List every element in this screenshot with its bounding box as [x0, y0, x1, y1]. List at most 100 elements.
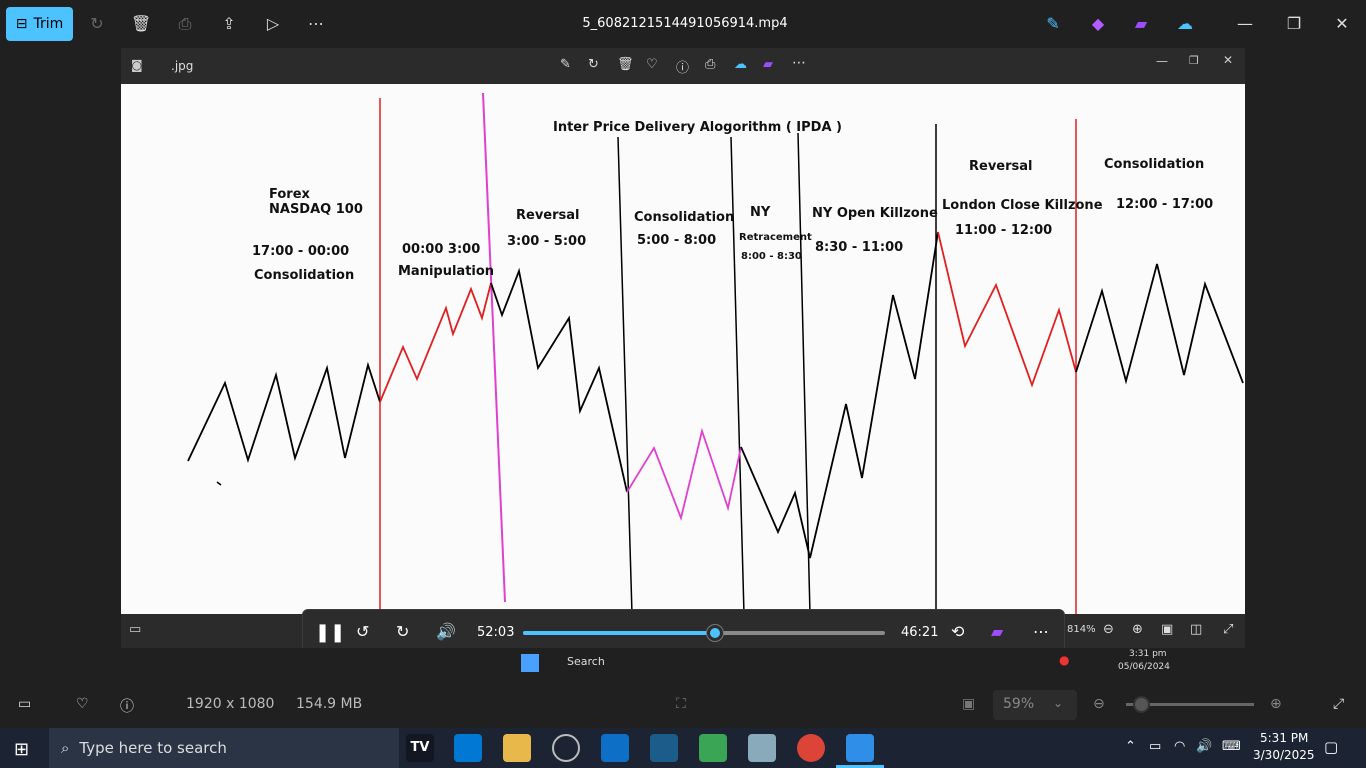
- clock-date[interactable]: 3/30/2025: [1253, 748, 1315, 762]
- seek-thumb[interactable]: [706, 625, 723, 641]
- edit-app-icon[interactable]: ✎: [1043, 14, 1063, 34]
- filmstrip-icon[interactable]: ▭: [18, 696, 31, 712]
- label-time-4: 5:00 - 8:00: [637, 233, 716, 248]
- seek-bar[interactable]: [523, 625, 885, 641]
- stack-app-icon[interactable]: [699, 734, 727, 762]
- print-icon[interactable]: ⎙: [705, 57, 715, 72]
- share-icon[interactable]: ⇪: [219, 14, 239, 34]
- stray-mark: [216, 481, 222, 486]
- fullscreen-icon[interactable]: ⤢: [1223, 622, 1233, 637]
- minimize-icon[interactable]: —: [1156, 54, 1168, 68]
- price-path-reversal-2: [937, 231, 1077, 388]
- tradingview-icon[interactable]: TV: [406, 734, 434, 762]
- zoom-out-icon[interactable]: ⊖: [1103, 622, 1114, 637]
- window-title: 5_6082121514491056914.mp4: [582, 16, 788, 31]
- pause-icon[interactable]: ❚❚: [315, 622, 345, 643]
- app-top-bar: ⊟ Trim ↻ 🗑 ⎙ ⇪ ▷ ⋯ 5_6082121514491056914…: [0, 0, 1366, 48]
- minimize-icon[interactable]: —: [1235, 14, 1255, 34]
- seek-bar-fill: [523, 631, 715, 635]
- trim-button[interactable]: ⊟ Trim: [6, 7, 73, 41]
- onedrive-icon[interactable]: ☁: [734, 57, 747, 72]
- search-icon: ⌕: [61, 739, 70, 757]
- taskbar-search[interactable]: ⌕ Type here to search: [49, 728, 399, 768]
- onedrive-icon[interactable]: ☁: [1175, 14, 1195, 34]
- video-clock-date: 05/06/2024: [1118, 662, 1170, 672]
- more-icon[interactable]: ⋯: [792, 55, 806, 71]
- info-icon[interactable]: ⓘ: [676, 57, 689, 76]
- delete-icon[interactable]: 🗑: [617, 57, 634, 72]
- elapsed-time: 52:03: [477, 625, 515, 640]
- volume-icon[interactable]: 🔊: [436, 622, 456, 641]
- obs-icon[interactable]: [552, 734, 580, 762]
- more-icon[interactable]: ⋯: [1033, 622, 1049, 641]
- heart-icon[interactable]: ♡: [646, 57, 658, 72]
- photos-icon[interactable]: [846, 734, 874, 762]
- fit-icon[interactable]: ▣: [1161, 622, 1173, 637]
- keyboard-icon[interactable]: ⌨: [1222, 739, 1241, 754]
- maximize-icon[interactable]: ❐: [1284, 14, 1304, 34]
- maximize-icon[interactable]: ❐: [1189, 54, 1199, 67]
- clipchamp-icon[interactable]: ▰: [1131, 14, 1151, 34]
- video-search: Search: [567, 655, 605, 668]
- app-icon[interactable]: [650, 734, 678, 762]
- video-title-bar: ◙ .jpg ✎ ↻ 🗑 ♡ ⓘ ⎙ ☁ ▰ ⋯ — ❐ ✕: [121, 48, 1245, 84]
- edit-icon[interactable]: ✎: [560, 57, 571, 72]
- slideshow-icon[interactable]: ▷: [263, 14, 283, 34]
- price-path-consolidation-1: [187, 361, 381, 464]
- label-reversal-2: Reversal: [969, 159, 1033, 174]
- forward-30-icon[interactable]: ↻: [396, 622, 409, 641]
- inner-bottom-right: 814% ⊖ ⊕ ▣ ◫ ⤢: [1065, 614, 1245, 648]
- zoom-dropdown[interactable]: 59% ⌄: [993, 690, 1077, 720]
- clock-time[interactable]: 5:31 PM: [1260, 731, 1308, 745]
- print-icon[interactable]: ⎙: [175, 14, 195, 34]
- label-consolidation-1: Consolidation: [254, 268, 354, 283]
- notes-app-icon[interactable]: [748, 734, 776, 762]
- zoom-in-icon[interactable]: ⊕: [1132, 622, 1143, 637]
- label-consolidation-3: Consolidation: [1104, 157, 1204, 172]
- chrome-icon[interactable]: [797, 734, 825, 762]
- notification-icon[interactable]: ▢: [1324, 738, 1338, 756]
- label-retracement: Retracement: [739, 232, 812, 243]
- favorite-icon[interactable]: ♡: [76, 696, 89, 712]
- battery-icon[interactable]: ▭: [1149, 739, 1161, 754]
- zoom-slider-thumb[interactable]: [1133, 696, 1150, 713]
- windows-logo-icon: [521, 654, 539, 672]
- volume-icon[interactable]: 🔊: [1196, 739, 1212, 754]
- crop-icon[interactable]: ⛶: [676, 696, 686, 712]
- clipchamp-icon[interactable]: ▰: [763, 57, 773, 72]
- label-time-7: 11:00 - 12:00: [955, 223, 1052, 238]
- more-icon[interactable]: ⋯: [306, 14, 326, 34]
- fit-icon[interactable]: ▣: [962, 696, 975, 712]
- filmstrip-icon[interactable]: ▭: [129, 622, 141, 637]
- vscode-icon[interactable]: [601, 734, 629, 762]
- delete-icon[interactable]: 🗑: [131, 14, 151, 34]
- label-ny: NY: [750, 205, 771, 220]
- wifi-icon[interactable]: ◠: [1174, 739, 1185, 754]
- divider-line-black-3: [797, 132, 811, 614]
- ipda-svg: Inter Price Delivery Alogorithm ( IPDA )…: [187, 92, 1244, 614]
- label-time-6: 8:30 - 11:00: [815, 240, 903, 255]
- trim-icon: ⊟: [15, 16, 28, 32]
- label-london-close-killzone: London Close Killzone: [942, 198, 1103, 213]
- file-explorer-icon[interactable]: [503, 734, 531, 762]
- close-icon[interactable]: ✕: [1332, 14, 1352, 34]
- info-icon[interactable]: ⓘ: [120, 696, 134, 716]
- close-icon[interactable]: ✕: [1223, 53, 1233, 67]
- fullscreen-icon[interactable]: ⤢: [1333, 696, 1344, 712]
- store-icon[interactable]: [454, 734, 482, 762]
- photos-bottom-bar: ▭ ♡ ⓘ 1920 x 1080 154.9 MB ⛶ ▣ 59% ⌄ ⊖ ⊕…: [0, 680, 1366, 728]
- zoom-in-icon[interactable]: ⊕: [1270, 696, 1282, 712]
- zoom-out-icon[interactable]: ⊖: [1093, 696, 1105, 712]
- rewind-10-icon[interactable]: ↺: [356, 622, 369, 641]
- divider-line-black-1: [617, 136, 633, 614]
- clipchamp-icon[interactable]: ▰: [991, 622, 1003, 641]
- rotate-icon[interactable]: ↻: [588, 57, 599, 72]
- actual-size-icon[interactable]: ◫: [1190, 622, 1202, 637]
- mic-icon: ●: [1059, 653, 1070, 667]
- chevron-up-icon[interactable]: ⌃: [1125, 739, 1136, 754]
- repeat-icon[interactable]: ⟲: [951, 622, 964, 641]
- designer-icon[interactable]: ◆: [1088, 14, 1108, 34]
- rotate-icon[interactable]: ↻: [87, 14, 107, 34]
- start-icon[interactable]: ⊞: [14, 739, 29, 760]
- trim-label: Trim: [33, 16, 64, 32]
